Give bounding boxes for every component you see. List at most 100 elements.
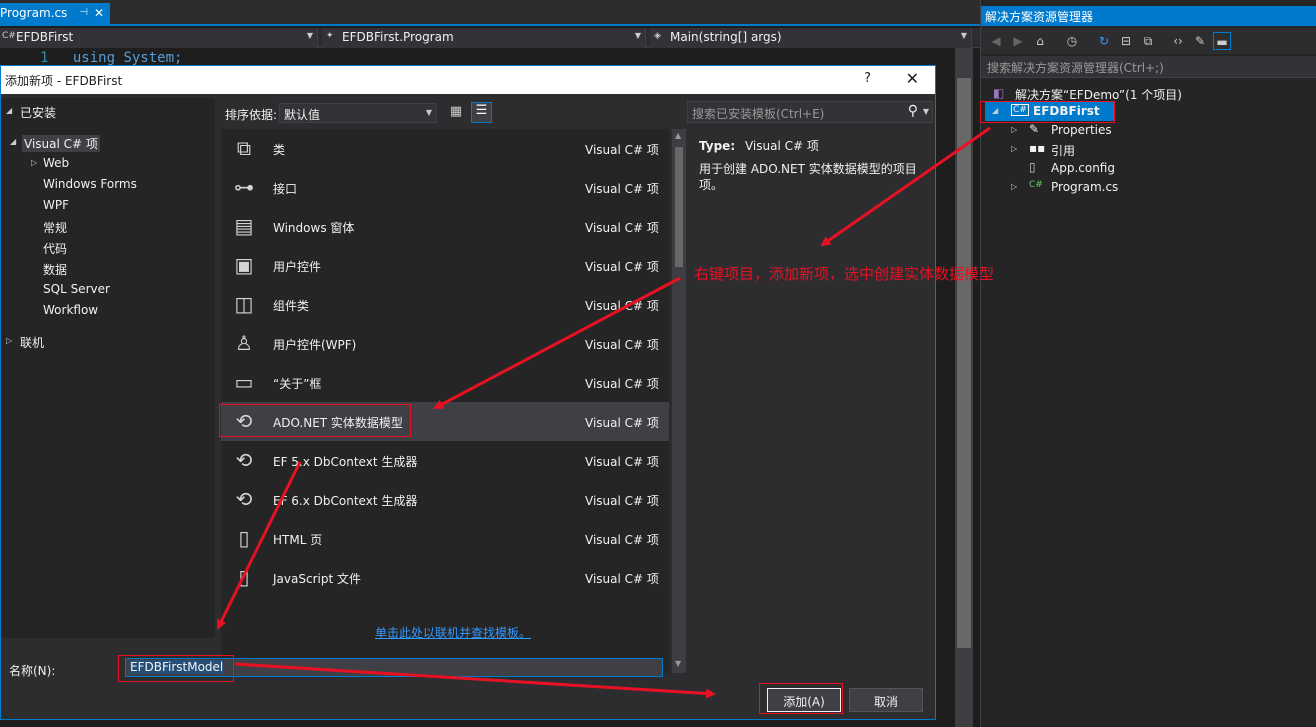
list-item[interactable]: ▯ JavaScript 文件 Visual C# 项 bbox=[221, 558, 669, 597]
tree-item-online[interactable]: ▷ 联机 bbox=[1, 332, 215, 352]
sort-dropdown[interactable]: 默认值 ▼ bbox=[279, 103, 437, 123]
class-icon: ✦ bbox=[326, 31, 334, 41]
project-dropdown[interactable]: C# EFDBFirst ▼ bbox=[0, 28, 318, 48]
template-list-scrollbar[interactable]: ▲ ▼ bbox=[672, 129, 686, 673]
grid-view-icon[interactable]: ▦ bbox=[447, 104, 465, 122]
member-dropdown[interactable]: ◈ Main(string[] args) ▼ bbox=[650, 28, 972, 48]
tree-item-web[interactable]: ▷ Web bbox=[1, 154, 215, 174]
chevron-down-icon: ▼ bbox=[425, 108, 432, 117]
search-placeholder: 搜索已安装模板(Ctrl+E) bbox=[692, 107, 825, 121]
home-icon[interactable]: ⌂ bbox=[1031, 32, 1049, 50]
list-item[interactable]: ▯ HTML 页 Visual C# 项 bbox=[221, 519, 669, 558]
tree-item-program-cs[interactable]: ▷ C# Program.cs bbox=[1009, 178, 1309, 197]
pin-icon[interactable]: ⊣ bbox=[79, 7, 88, 18]
tree-item-workflow[interactable]: Workflow bbox=[1, 301, 215, 321]
scrollbar-thumb[interactable] bbox=[957, 78, 971, 648]
tree-item-general[interactable]: 常规 bbox=[1, 217, 215, 237]
list-item[interactable]: ◫ 组件类 Visual C# 项 bbox=[221, 285, 669, 324]
tree-item-wpf[interactable]: WPF bbox=[1, 196, 215, 216]
annotation-box-add-button bbox=[759, 683, 843, 714]
refresh-icon[interactable]: ↻ bbox=[1095, 32, 1113, 50]
collapsed-arrow-icon: ▷ bbox=[1011, 144, 1018, 153]
code-line[interactable]: 1 using System; bbox=[40, 50, 182, 66]
tree-label: Program.cs bbox=[1051, 180, 1119, 194]
tree-item-installed[interactable]: ◢ 已安装 bbox=[1, 102, 215, 122]
tree-item-visual-csharp[interactable]: ◢ Visual C# 项 bbox=[1, 133, 215, 153]
tree-item-windows-forms[interactable]: Windows Forms bbox=[1, 175, 215, 195]
tab-program-cs[interactable]: Program.cs ⊣ ✕ bbox=[0, 3, 110, 26]
tree-item-references[interactable]: ▷ ▪▪ 引用 bbox=[1009, 140, 1309, 159]
preview-icon[interactable]: ▬ bbox=[1213, 32, 1231, 50]
user-control-icon: ▣ bbox=[234, 253, 254, 277]
scrollbar-thumb[interactable] bbox=[675, 147, 683, 267]
tree-item-code[interactable]: 代码 bbox=[1, 238, 215, 258]
item-type: Visual C# 项 bbox=[585, 221, 659, 235]
close-icon[interactable]: ✕ bbox=[94, 6, 104, 20]
forward-icon[interactable]: ▶ bbox=[1009, 32, 1027, 50]
tree-label: 联机 bbox=[20, 336, 45, 350]
solution-search-input[interactable]: 搜索解决方案资源管理器(Ctrl+;) bbox=[981, 56, 1316, 78]
list-item[interactable]: ⟲ EF 6.x DbContext 生成器 Visual C# 项 bbox=[221, 480, 669, 519]
tree-label: Web bbox=[43, 156, 70, 170]
references-icon: ▪▪ bbox=[1029, 141, 1046, 155]
back-icon[interactable]: ◀ bbox=[987, 32, 1005, 50]
tree-item-sql-server[interactable]: SQL Server bbox=[1, 280, 215, 300]
online-templates-link[interactable]: 单击此处以联机并查找模板。 bbox=[375, 624, 531, 641]
interface-icon: ⊶ bbox=[234, 175, 254, 199]
list-item[interactable]: ▭ “关于”框 Visual C# 项 bbox=[221, 363, 669, 402]
chevron-down-icon[interactable]: ▼ bbox=[923, 107, 929, 116]
list-item[interactable]: ⊶ 接口 Visual C# 项 bbox=[221, 168, 669, 207]
item-name: 用户控件 bbox=[273, 260, 322, 274]
collapse-all-icon[interactable]: ⊟ bbox=[1117, 32, 1135, 50]
expanded-arrow-icon: ◢ bbox=[10, 137, 17, 146]
sort-label: 排序依据: bbox=[225, 108, 278, 122]
item-type: Visual C# 项 bbox=[585, 455, 659, 469]
item-type: Visual C# 项 bbox=[585, 143, 659, 157]
tree-label: WPF bbox=[43, 198, 70, 212]
tree-label: Workflow bbox=[43, 303, 99, 317]
editor-scrollbar[interactable] bbox=[955, 48, 973, 727]
item-type: Visual C# 项 bbox=[585, 182, 659, 196]
name-label: 名称(N): bbox=[9, 664, 56, 678]
list-item[interactable]: ⟲ EF 5.x DbContext 生成器 Visual C# 项 bbox=[221, 441, 669, 480]
class-dropdown[interactable]: ✦ EFDBFirst.Program ▼ bbox=[322, 28, 646, 48]
chevron-down-icon: ▼ bbox=[634, 31, 641, 40]
list-item[interactable]: ▤ Windows 窗体 Visual C# 项 bbox=[221, 207, 669, 246]
list-view-icon[interactable]: ☰ bbox=[471, 102, 492, 123]
tree-label: 引用 bbox=[1051, 144, 1076, 158]
properties-wrench-icon[interactable]: ✎ bbox=[1191, 32, 1209, 50]
cancel-button[interactable]: 取消 bbox=[849, 688, 923, 712]
item-name: Windows 窗体 bbox=[273, 221, 355, 235]
list-item[interactable]: ♙ 用户控件(WPF) Visual C# 项 bbox=[221, 324, 669, 363]
view-code-icon[interactable]: ‹› bbox=[1169, 32, 1187, 50]
solution-explorer-title: 解决方案资源管理器 bbox=[981, 6, 1316, 26]
search-icon[interactable]: ⚲ bbox=[908, 103, 918, 119]
collapsed-arrow-icon: ▷ bbox=[31, 158, 38, 167]
tab-label: Program.cs bbox=[0, 6, 68, 20]
template-detail-pane: Type: Visual C# 项 用于创建 ADO.NET 实体数据模型的项目… bbox=[689, 129, 933, 673]
list-item[interactable]: ▣ 用户控件 Visual C# 项 bbox=[221, 246, 669, 285]
tree-item-app-config[interactable]: ▯ App.config bbox=[1009, 159, 1309, 178]
scroll-down-icon[interactable]: ▼ bbox=[675, 659, 681, 668]
wrench-icon: ✎ bbox=[1029, 122, 1040, 136]
tree-label: 已安装 bbox=[20, 106, 57, 120]
scroll-up-icon[interactable]: ▲ bbox=[675, 131, 681, 140]
tree-label: Visual C# 项 bbox=[22, 135, 100, 152]
help-button[interactable]: ? bbox=[864, 71, 871, 86]
code-text: using System; bbox=[72, 50, 183, 66]
tree-item-data[interactable]: 数据 bbox=[1, 259, 215, 279]
solution-icon: ◧ bbox=[993, 86, 1005, 100]
list-item[interactable]: ⧉ 类 Visual C# 项 bbox=[221, 129, 669, 168]
close-button[interactable]: ✕ bbox=[906, 69, 919, 88]
template-search-input[interactable]: 搜索已安装模板(Ctrl+E) ⚲ ▼ bbox=[687, 101, 933, 123]
history-icon[interactable]: ◷ bbox=[1063, 32, 1081, 50]
csharp-project-icon: C# bbox=[2, 31, 16, 41]
tree-label: SQL Server bbox=[43, 282, 110, 296]
add-new-item-dialog: 添加新项 - EFDBFirst ? ✕ ◢ 已安装 ◢ Visual C# 项… bbox=[0, 65, 936, 720]
show-all-files-icon[interactable]: ⧉ bbox=[1139, 32, 1157, 50]
html-page-icon: ▯ bbox=[238, 526, 250, 550]
tree-item-properties[interactable]: ▷ ✎ Properties bbox=[1009, 121, 1309, 140]
item-type: Visual C# 项 bbox=[585, 338, 659, 352]
detail-description: 用于创建 ADO.NET 实体数据模型的项目项。 bbox=[699, 162, 917, 192]
annotation-text: 右键项目，添加新项，选中创建实体数据模型 bbox=[694, 265, 995, 283]
